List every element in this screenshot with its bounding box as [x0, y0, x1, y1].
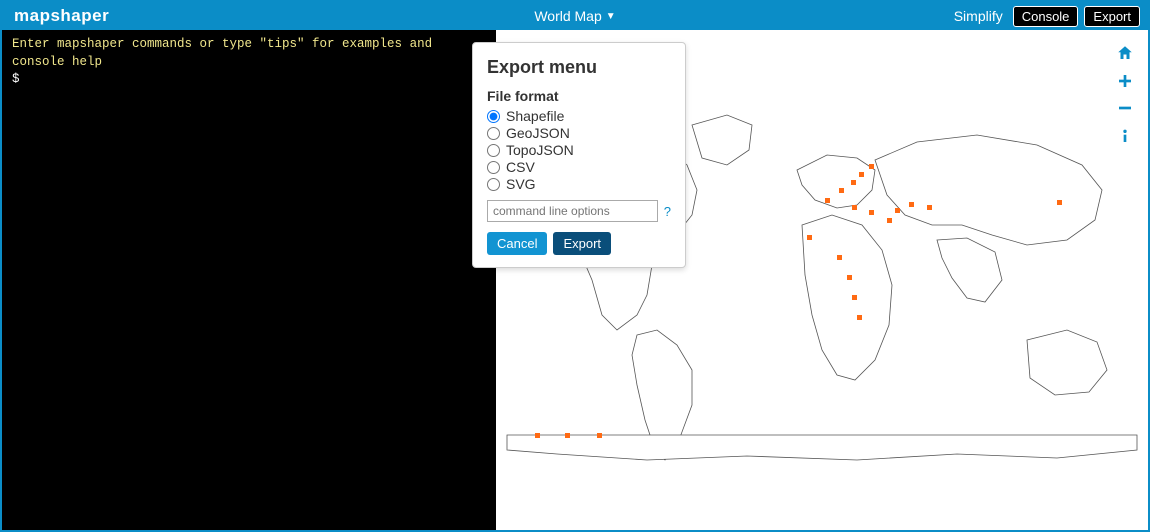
console-help-text: Enter mapshaper commands or type "tips" … [12, 36, 486, 71]
cancel-button[interactable]: Cancel [487, 232, 547, 255]
info-icon[interactable] [1117, 127, 1133, 148]
console-prompt: $ [12, 71, 486, 89]
radio-csv[interactable]: CSV [487, 159, 671, 175]
radio-geojson-input[interactable] [487, 127, 500, 140]
radio-svg[interactable]: SVG [487, 176, 671, 192]
radio-svg-label: SVG [506, 176, 536, 192]
simplify-button[interactable]: Simplify [950, 8, 1007, 24]
export-button[interactable]: Export [1084, 6, 1140, 27]
radio-topojson-label: TopoJSON [506, 142, 574, 158]
console-panel[interactable]: Enter mapshaper commands or type "tips" … [2, 30, 496, 530]
chevron-down-icon: ▼ [606, 11, 616, 22]
home-icon[interactable] [1116, 44, 1134, 65]
radio-shapefile-label: Shapefile [506, 108, 564, 124]
layer-selector[interactable]: World Map ▼ [534, 8, 615, 24]
export-confirm-button[interactable]: Export [553, 232, 611, 255]
radio-topojson[interactable]: TopoJSON [487, 142, 671, 158]
layer-name: World Map [534, 8, 601, 24]
help-icon[interactable]: ? [664, 204, 671, 219]
radio-csv-label: CSV [506, 159, 535, 175]
radio-shapefile[interactable]: Shapefile [487, 108, 671, 124]
export-menu-title: Export menu [487, 57, 671, 78]
app-logo: mapshaper [2, 6, 121, 26]
top-toolbar: mapshaper World Map ▼ Simplify Console E… [2, 2, 1148, 30]
command-line-options-input[interactable] [487, 200, 658, 222]
file-format-label: File format [487, 88, 671, 104]
radio-topojson-input[interactable] [487, 144, 500, 157]
zoom-in-icon[interactable] [1117, 73, 1133, 92]
radio-geojson-label: GeoJSON [506, 125, 570, 141]
console-button[interactable]: Console [1013, 6, 1079, 27]
radio-svg-input[interactable] [487, 178, 500, 191]
toolbar-right: Simplify Console Export [950, 6, 1148, 27]
zoom-out-icon[interactable] [1117, 100, 1133, 119]
radio-csv-input[interactable] [487, 161, 500, 174]
export-menu: Export menu File format Shapefile GeoJSO… [472, 42, 686, 268]
map-controls [1116, 44, 1134, 148]
radio-geojson[interactable]: GeoJSON [487, 125, 671, 141]
radio-shapefile-input[interactable] [487, 110, 500, 123]
